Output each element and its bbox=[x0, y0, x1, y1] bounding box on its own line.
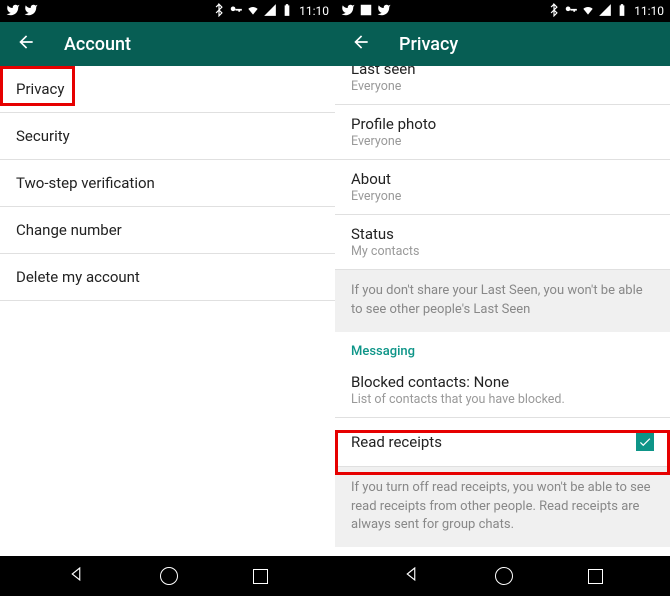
setting-value: My contacts bbox=[351, 244, 654, 259]
twitter-notif-icon bbox=[341, 3, 355, 20]
signal-icon bbox=[263, 3, 277, 20]
setting-title: About bbox=[351, 170, 654, 188]
nav-recent[interactable] bbox=[253, 569, 268, 584]
privacy-blocked-contacts[interactable]: Blocked contacts: None List of contacts … bbox=[335, 363, 670, 418]
status-time: 11:10 bbox=[634, 4, 664, 18]
wifi-icon bbox=[581, 3, 595, 20]
bluetooth-icon bbox=[547, 3, 561, 20]
privacy-about[interactable]: About Everyone bbox=[335, 160, 670, 215]
messaging-section-header: Messaging bbox=[335, 332, 670, 363]
nav-home[interactable] bbox=[495, 567, 513, 585]
read-receipts-info: If you turn off read receipts, you won't… bbox=[335, 467, 670, 548]
wifi-icon bbox=[246, 3, 260, 20]
back-icon[interactable] bbox=[351, 32, 371, 56]
signal-icon bbox=[598, 3, 612, 20]
nav-back[interactable] bbox=[402, 565, 420, 587]
account-item-delete[interactable]: Delete my account bbox=[0, 254, 335, 301]
page-title: Account bbox=[64, 34, 131, 55]
back-icon[interactable] bbox=[16, 32, 36, 56]
setting-value: Everyone bbox=[351, 79, 654, 94]
account-item-two-step[interactable]: Two-step verification bbox=[0, 160, 335, 207]
account-item-privacy[interactable]: Privacy bbox=[0, 66, 335, 113]
twitter-notif-icon bbox=[6, 3, 20, 20]
vpn-key-icon bbox=[229, 3, 243, 20]
status-bar: 11:10 bbox=[335, 0, 670, 22]
setting-value: Everyone bbox=[351, 134, 654, 149]
privacy-read-receipts[interactable]: Read receipts bbox=[335, 418, 670, 467]
nav-home[interactable] bbox=[160, 567, 178, 585]
setting-title: Last seen bbox=[351, 66, 654, 78]
header: Account bbox=[0, 22, 335, 66]
header: Privacy bbox=[335, 22, 670, 66]
vpn-key-icon bbox=[564, 3, 578, 20]
nav-bar bbox=[0, 556, 670, 596]
twitter-notif-icon bbox=[377, 3, 391, 20]
read-receipts-checkbox[interactable] bbox=[636, 433, 654, 451]
privacy-profile-photo[interactable]: Profile photo Everyone bbox=[335, 105, 670, 160]
setting-value: Everyone bbox=[351, 189, 654, 204]
setting-title: Blocked contacts: None bbox=[351, 373, 654, 391]
last-seen-info: If you don't share your Last Seen, you w… bbox=[335, 270, 670, 332]
check-icon bbox=[638, 435, 652, 449]
battery-icon bbox=[615, 3, 629, 20]
nav-back[interactable] bbox=[67, 565, 85, 587]
setting-sub: List of contacts that you have blocked. bbox=[351, 392, 654, 407]
account-item-change-number[interactable]: Change number bbox=[0, 207, 335, 254]
account-screen: 11:10 Account Privacy Security Two-step … bbox=[0, 0, 335, 556]
bluetooth-icon bbox=[212, 3, 226, 20]
page-title: Privacy bbox=[399, 34, 458, 55]
battery-icon bbox=[280, 3, 294, 20]
status-bar: 11:10 bbox=[0, 0, 335, 22]
nav-recent[interactable] bbox=[588, 569, 603, 584]
setting-title: Read receipts bbox=[351, 433, 654, 451]
twitter-notif-icon bbox=[24, 3, 38, 20]
privacy-last-seen[interactable]: Last seen Everyone bbox=[335, 66, 670, 105]
image-notif-icon bbox=[359, 3, 373, 20]
status-time: 11:10 bbox=[299, 4, 329, 18]
setting-title: Status bbox=[351, 225, 654, 243]
setting-title: Profile photo bbox=[351, 115, 654, 133]
account-item-security[interactable]: Security bbox=[0, 113, 335, 160]
privacy-status[interactable]: Status My contacts bbox=[335, 215, 670, 270]
privacy-screen: 11:10 Privacy Last seen Everyone Profile… bbox=[335, 0, 670, 556]
